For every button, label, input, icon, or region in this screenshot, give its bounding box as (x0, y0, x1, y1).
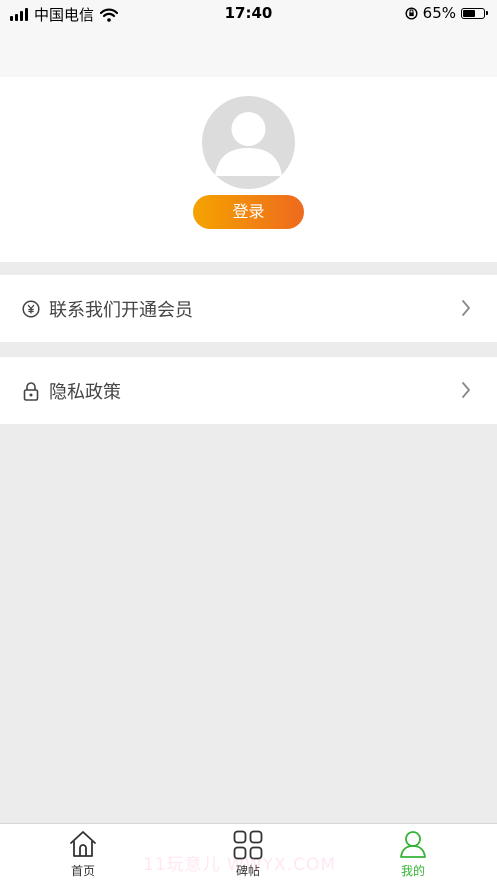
login-button[interactable]: 登录 (193, 195, 304, 229)
battery-percent: 65% (422, 4, 456, 22)
avatar[interactable] (202, 96, 295, 189)
lock-icon (22, 381, 40, 401)
default-avatar-icon (215, 112, 282, 176)
tab-bar: 首页 碑帖 我的 (0, 823, 497, 883)
profile-section: 登录 (0, 77, 497, 262)
tab-inscriptions-label: 碑帖 (235, 864, 260, 878)
user-icon (400, 831, 426, 858)
tab-home[interactable]: 首页 (23, 824, 143, 883)
tab-mine[interactable]: 我的 (353, 824, 473, 883)
tab-home-label: 首页 (70, 864, 95, 878)
menu-item-privacy-policy[interactable]: 隐私政策 (0, 357, 497, 424)
status-right: 65% (405, 4, 488, 22)
tab-inscriptions[interactable]: 碑帖 (188, 824, 308, 883)
status-bar: 中国电信 17:40 65% (0, 0, 497, 26)
home-icon (70, 831, 96, 857)
battery-fill (463, 9, 475, 17)
menu-item-membership[interactable]: 联系我们开通会员 (0, 275, 497, 342)
chevron-right-icon (462, 300, 470, 316)
tab-mine-label: 我的 (400, 864, 425, 878)
menu-item-label: 联系我们开通会员 (49, 299, 193, 321)
nav-bar (0, 26, 497, 77)
yen-circle-icon (22, 299, 40, 318)
rotation-lock-icon (405, 6, 418, 20)
battery-icon (461, 7, 488, 19)
grid-icon (233, 830, 263, 860)
menu-item-label: 隐私政策 (49, 381, 121, 403)
chevron-right-icon (462, 382, 470, 398)
